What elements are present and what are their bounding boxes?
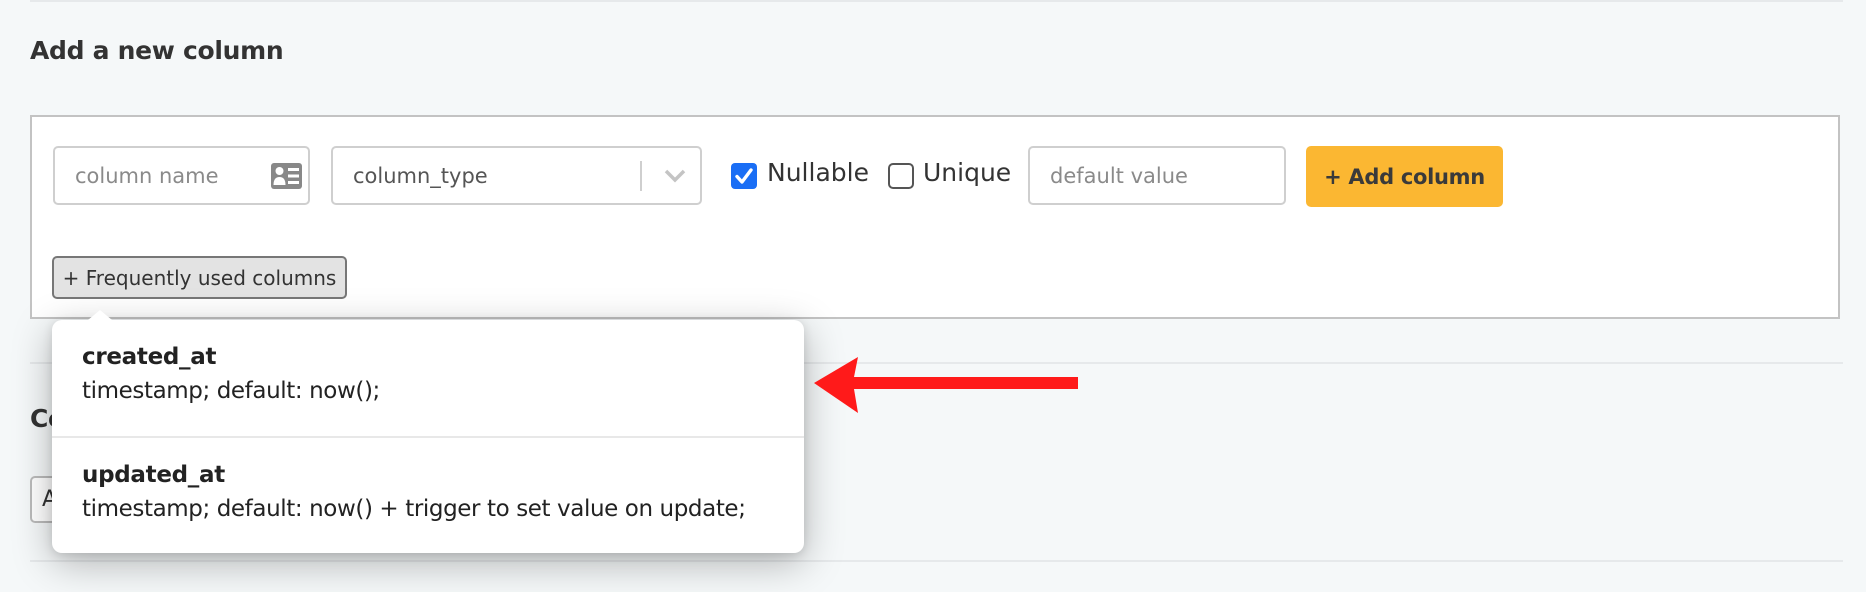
bottom-divider bbox=[30, 560, 1843, 562]
column-name-input[interactable] bbox=[75, 163, 245, 188]
red-arrow-annotation-icon bbox=[814, 357, 1078, 413]
popover-item-description: timestamp; default: now(); bbox=[82, 378, 380, 404]
popover-item-updated-at[interactable]: updated_at timestamp; default: now() + t… bbox=[52, 462, 804, 522]
column-type-placeholder: column_type bbox=[353, 163, 488, 188]
default-value-field[interactable] bbox=[1028, 146, 1286, 205]
popover-caret bbox=[88, 310, 112, 320]
nullable-checkbox[interactable] bbox=[731, 163, 757, 189]
unique-label[interactable]: Unique bbox=[923, 158, 1011, 187]
column-type-select[interactable]: column_type bbox=[331, 146, 702, 205]
popover-item-name: created_at bbox=[82, 344, 217, 370]
popover-item-created-at[interactable]: created_at timestamp; default: now(); bbox=[52, 344, 804, 404]
frequently-used-columns-button[interactable]: + Frequently used columns bbox=[52, 256, 347, 299]
add-column-button[interactable]: + Add column bbox=[1306, 146, 1503, 207]
top-divider bbox=[30, 0, 1843, 2]
popover-item-description: timestamp; default: now() + trigger to s… bbox=[82, 496, 746, 522]
unique-checkbox[interactable] bbox=[888, 163, 914, 189]
checkmark-icon bbox=[735, 168, 753, 184]
contact-card-icon bbox=[271, 163, 302, 189]
default-value-input[interactable] bbox=[1050, 163, 1284, 188]
popover-separator bbox=[52, 436, 804, 438]
select-separator bbox=[640, 161, 642, 191]
nullable-label[interactable]: Nullable bbox=[767, 158, 869, 187]
frequent-columns-popover: created_at timestamp; default: now(); up… bbox=[52, 310, 804, 553]
section-title-add-column: Add a new column bbox=[30, 36, 284, 65]
popover-item-name: updated_at bbox=[82, 462, 225, 488]
column-name-field[interactable] bbox=[53, 146, 310, 205]
chevron-down-icon[interactable] bbox=[663, 166, 687, 186]
